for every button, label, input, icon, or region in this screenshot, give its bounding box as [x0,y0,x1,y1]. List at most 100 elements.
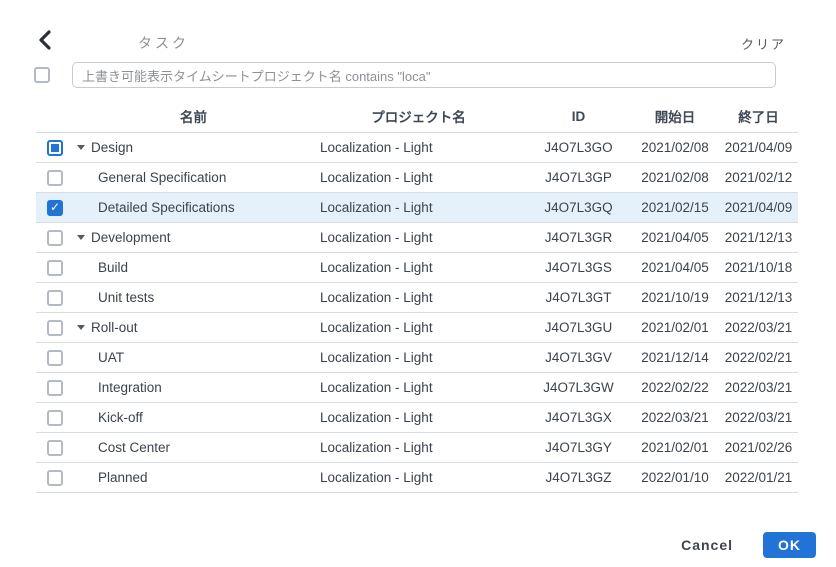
task-name: General Specification [98,170,227,185]
start-date-cell: 2022/02/22 [641,380,709,395]
end-date-cell: 2021/12/13 [724,290,793,305]
start-date-cell: 2022/03/21 [641,410,709,425]
id-cell: J4O7L3GS [545,260,612,275]
task-picker-dialog: タスク クリア 名前 プロジェクト名 ID 開始日 終了日 Design Loc… [0,0,836,567]
task-name: Build [98,260,129,275]
table-row[interactable]: Planned Localization - Light J4O7L3GZ 20… [36,463,798,493]
end-date-cell: 2021/02/12 [724,170,793,185]
row-checkbox[interactable] [47,409,63,426]
row-checkbox[interactable] [47,229,63,246]
table-row[interactable]: Unit tests Localization - Light J4O7L3GT… [36,283,798,313]
row-checkbox-cell [36,319,76,336]
row-checkbox[interactable] [47,319,63,336]
id-cell: J4O7L3GR [544,230,613,245]
table-row[interactable]: General Specification Localization - Lig… [36,163,798,193]
end-date-cell: 2022/03/21 [724,410,793,425]
id-cell: J4O7L3GU [544,320,613,335]
table-row[interactable]: Integration Localization - Light J4O7L3G… [36,373,798,403]
row-checkbox-cell [36,289,76,306]
row-checkbox-cell [36,259,76,276]
table-row[interactable]: Development Localization - Light J4O7L3G… [36,223,798,253]
triangle-down-icon[interactable] [77,235,85,240]
cancel-button[interactable]: Cancel [681,537,733,553]
start-date-cell: 2021/12/14 [641,350,709,365]
row-checkbox-cell [36,139,76,156]
name-cell: Integration [76,380,311,395]
task-name: Integration [98,380,162,395]
filter-row [34,62,776,88]
end-date-cell: 2021/04/09 [724,140,793,155]
table-row[interactable]: Cost Center Localization - Light J4O7L3G… [36,433,798,463]
row-checkbox[interactable] [47,439,63,456]
project-cell: Localization - Light [320,170,433,185]
table-row[interactable]: Build Localization - Light J4O7L3GS 2021… [36,253,798,283]
project-cell: Localization - Light [320,410,433,425]
task-table-body: Design Localization - Light J4O7L3GO 202… [36,133,798,493]
end-date-cell: 2021/02/26 [724,440,793,455]
task-name: Development [91,230,171,245]
id-cell: J4O7L3GV [545,350,612,365]
row-checkbox[interactable] [47,169,63,186]
name-cell: Design [76,140,311,155]
row-checkbox-cell [36,169,76,186]
search-input[interactable] [72,62,776,88]
row-checkbox[interactable] [47,379,63,396]
row-checkbox[interactable] [47,199,63,216]
start-date-cell: 2021/02/15 [641,200,709,215]
task-name: UAT [98,350,124,365]
column-header-id: ID [571,108,586,124]
task-name: Roll-out [91,320,138,335]
chevron-left-icon [37,30,53,53]
name-cell: Cost Center [76,440,311,455]
row-checkbox-cell [36,229,76,246]
triangle-down-icon[interactable] [77,145,85,150]
row-checkbox[interactable] [47,259,63,276]
table-row[interactable]: UAT Localization - Light J4O7L3GV 2021/1… [36,343,798,373]
end-date-cell: 2022/03/21 [724,380,793,395]
name-cell: Planned [76,470,311,485]
table-row[interactable]: Roll-out Localization - Light J4O7L3GU 2… [36,313,798,343]
name-cell: General Specification [76,170,311,185]
back-button[interactable] [36,30,54,52]
start-date-cell: 2021/04/05 [641,260,709,275]
select-all-checkbox[interactable] [34,67,50,83]
ok-button[interactable]: OK [763,532,816,558]
table-row[interactable]: Kick-off Localization - Light J4O7L3GX 2… [36,403,798,433]
end-date-cell: 2021/10/18 [724,260,793,275]
project-cell: Localization - Light [320,380,433,395]
start-date-cell: 2021/02/08 [641,140,709,155]
project-cell: Localization - Light [320,320,433,335]
task-name: Kick-off [98,410,143,425]
name-cell: Unit tests [76,290,311,305]
project-cell: Localization - Light [320,440,433,455]
row-checkbox-cell [36,469,76,486]
project-cell: Localization - Light [320,470,433,485]
name-cell: Roll-out [76,320,311,335]
table-header-row: 名前 プロジェクト名 ID 開始日 終了日 [36,100,798,133]
end-date-cell: 2022/02/21 [724,350,793,365]
table-row[interactable]: Detailed Specifications Localization - L… [36,193,798,223]
project-cell: Localization - Light [320,290,433,305]
id-cell: J4O7L3GZ [545,470,612,485]
end-date-cell: 2021/12/13 [724,230,793,245]
row-checkbox[interactable] [47,289,63,306]
id-cell: J4O7L3GT [545,290,612,305]
end-date-cell: 2022/01/21 [724,470,793,485]
task-name: Design [91,140,134,155]
column-header-start-date: 開始日 [654,110,696,125]
start-date-cell: 2021/10/19 [641,290,709,305]
column-header-name: 名前 [180,110,207,125]
row-checkbox[interactable] [47,469,63,486]
page-title: タスク [138,35,189,51]
id-cell: J4O7L3GP [545,170,612,185]
triangle-down-icon[interactable] [77,325,85,330]
start-date-cell: 2021/02/08 [641,170,709,185]
row-checkbox[interactable] [47,349,63,366]
row-checkbox[interactable] [47,139,63,156]
name-cell: Detailed Specifications [76,200,311,215]
task-name: Planned [98,470,148,485]
clear-button[interactable]: クリア [741,34,786,53]
start-date-cell: 2021/02/01 [641,440,709,455]
table-row[interactable]: Design Localization - Light J4O7L3GO 202… [36,133,798,163]
name-cell: Development [76,230,311,245]
